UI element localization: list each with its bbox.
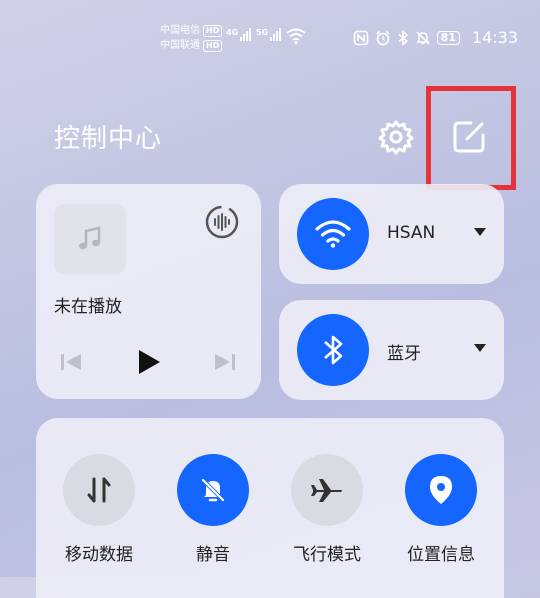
play-icon (139, 350, 160, 374)
mute-icon (415, 30, 430, 45)
bluetooth-label: 蓝牙 (387, 344, 421, 364)
toggle-mobile-data[interactable]: 移动数据 (49, 454, 149, 565)
battery-level: 81 (436, 30, 460, 45)
wifi-network-name: HSAN (387, 223, 436, 243)
toggle-label: 飞行模式 (293, 545, 361, 565)
carrier-2: 中国联通 (160, 40, 200, 51)
bluetooth-toggle[interactable] (297, 314, 369, 386)
network-type-4g: 4G (226, 28, 239, 37)
bluetooth-icon (324, 335, 343, 365)
alarm-icon (376, 30, 390, 45)
bluetooth-dropdown-caret-icon[interactable] (474, 344, 486, 352)
airplane-icon (311, 479, 342, 502)
wifi-dropdown-caret-icon[interactable] (474, 228, 486, 236)
toggle-silent[interactable]: 静音 (163, 454, 263, 565)
audio-output-icon[interactable] (204, 204, 240, 240)
signal-4g-icon: 4G (226, 28, 252, 41)
toggle-airplane-mode[interactable]: 飞行模式 (277, 454, 377, 565)
mobile-data-icon (87, 477, 111, 503)
bell-off-icon (200, 477, 226, 503)
music-note-icon (79, 226, 101, 250)
page-title: 控制中心 (54, 124, 163, 154)
media-status: 未在播放 (54, 297, 122, 317)
quick-toggles-panel: 移动数据 静音 飞行模式 位置信息 (36, 418, 504, 598)
bluetooth-icon (398, 29, 408, 46)
next-icon (215, 354, 235, 370)
previous-button[interactable] (58, 346, 84, 378)
wifi-status-icon (286, 28, 306, 44)
status-time: 14:33 (471, 28, 518, 47)
toggle-location[interactable]: 位置信息 (391, 454, 491, 565)
nfc-icon (353, 30, 368, 45)
status-bar: 中国电信 HD 中国联通 HD 4G 5G 81 14:33 (0, 0, 540, 80)
toggle-label: 位置信息 (407, 545, 475, 565)
bluetooth-tile[interactable]: 蓝牙 (279, 300, 504, 400)
wifi-toggle[interactable] (297, 198, 369, 270)
carrier-info: 中国电信 HD 中国联通 HD (160, 23, 223, 53)
wifi-icon (315, 220, 351, 248)
play-button[interactable] (134, 346, 164, 378)
location-icon (430, 476, 452, 504)
wifi-tile[interactable]: HSAN (279, 184, 504, 284)
hd-badge: HD (203, 39, 223, 52)
toggle-label: 静音 (196, 545, 230, 565)
edit-highlight-box (426, 86, 516, 190)
gear-icon[interactable] (377, 118, 415, 156)
hd-badge: HD (203, 24, 223, 37)
network-type-5g: 5G (256, 28, 269, 37)
toggle-label: 移动数据 (65, 545, 133, 565)
carrier-1: 中国电信 (160, 25, 200, 36)
media-card[interactable]: 未在播放 (36, 184, 261, 399)
previous-icon (61, 354, 81, 370)
signal-5g-icon: 5G (256, 28, 282, 41)
album-art (54, 204, 126, 274)
next-button[interactable] (212, 346, 238, 378)
